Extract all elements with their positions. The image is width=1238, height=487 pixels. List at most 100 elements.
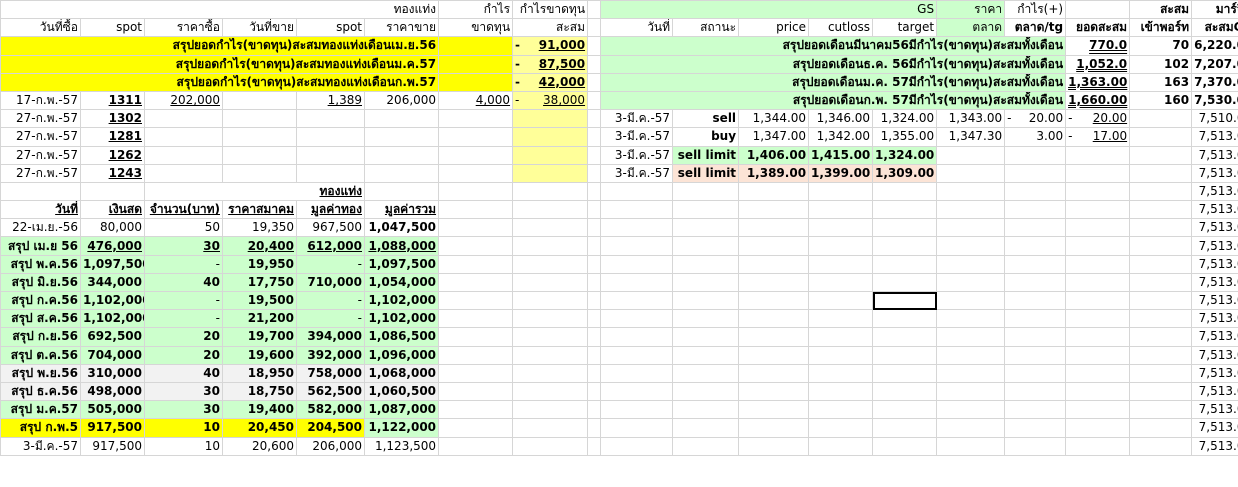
empty-cell[interactable] (672, 309, 740, 329)
empty-cell[interactable] (808, 327, 874, 347)
empty-cell[interactable] (672, 200, 740, 220)
gold-cash[interactable]: 80,000 (80, 218, 145, 238)
empty-cell[interactable] (1065, 418, 1131, 438)
empty-cell[interactable] (600, 290, 674, 311)
empty-cell[interactable] (936, 200, 1006, 220)
spacer-cell[interactable] (587, 181, 602, 202)
empty-cell[interactable] (438, 327, 514, 347)
empty-cell[interactable] (872, 363, 938, 383)
empty-cell[interactable] (1129, 272, 1193, 293)
col-accum[interactable]: สะสม (512, 18, 589, 38)
gold-cash[interactable]: 344,000 (80, 272, 145, 293)
margin-cell[interactable]: 7,513.00 (1191, 381, 1238, 402)
empty-cell[interactable] (144, 145, 223, 165)
spacer-cell[interactable] (587, 290, 602, 311)
empty-cell[interactable] (144, 163, 223, 183)
empty-cell[interactable] (438, 254, 514, 274)
order-date[interactable]: 3-มี.ค.-57 (600, 163, 674, 183)
empty-cell[interactable] (600, 327, 674, 347)
empty-cell[interactable] (1065, 436, 1131, 456)
empty-cell[interactable] (1065, 363, 1131, 383)
gold-cash[interactable]: 1,097,500 (80, 254, 145, 274)
gs-summary-label[interactable]: สรุปยอดเดือนก.พ. 57มีกำไร(ขาดทุน)สะสมทั้… (600, 90, 1067, 111)
gold-qty[interactable]: 20 (144, 327, 223, 347)
empty-cell[interactable] (808, 272, 874, 293)
gold-value[interactable]: 710,000 (296, 272, 365, 293)
empty-cell[interactable] (1129, 327, 1193, 347)
empty-cell[interactable] (1004, 181, 1067, 202)
empty-cell[interactable] (738, 290, 810, 311)
empty-cell[interactable] (512, 400, 589, 420)
margin-cell[interactable]: 7,513.00 (1191, 218, 1238, 238)
empty-cell[interactable] (512, 200, 589, 220)
gold-value[interactable]: 758,000 (296, 363, 365, 383)
empty-cell[interactable] (512, 254, 589, 274)
empty-cell[interactable] (1004, 218, 1067, 238)
gold-total[interactable]: 1,122,000 (363, 418, 440, 438)
gold-value[interactable]: 204,500 (296, 418, 365, 438)
empty-cell[interactable] (438, 418, 514, 438)
gold-total[interactable]: 1,096,000 (363, 345, 440, 365)
col-total-accum[interactable]: ยอดสะสม (1065, 18, 1131, 38)
spacer-cell[interactable] (587, 309, 602, 329)
gold-assoc[interactable]: 20,600 (222, 436, 297, 456)
empty-cell[interactable] (363, 109, 440, 129)
empty-cell[interactable] (1004, 254, 1067, 274)
empty-cell[interactable] (600, 345, 674, 365)
order-market-tg[interactable] (1004, 145, 1067, 165)
empty-cell[interactable] (1065, 0, 1131, 20)
gold-qty[interactable]: 30 (144, 236, 223, 256)
empty-cell[interactable] (738, 272, 810, 293)
empty-cell[interactable] (438, 290, 514, 311)
gold-cash[interactable]: 476,000 (80, 236, 145, 256)
col-loss[interactable]: ขาดทุน (438, 18, 514, 38)
empty-cell[interactable] (1129, 363, 1193, 383)
gold-cash[interactable]: 1,102,000 (80, 309, 145, 329)
empty-cell[interactable] (872, 272, 938, 293)
gold-qty[interactable]: - (144, 290, 223, 311)
spacer-cell[interactable] (587, 381, 602, 402)
pending-accum[interactable] (512, 145, 589, 165)
empty-cell[interactable] (144, 109, 223, 129)
gold-label[interactable]: สรุป ก.ย.56 (0, 327, 81, 347)
order-target[interactable]: 1,324.00 (872, 145, 938, 165)
empty-cell[interactable] (1129, 127, 1193, 147)
order-status[interactable]: sell (672, 109, 740, 129)
header-profit-loss[interactable]: กำไรขาดทุน (512, 0, 589, 20)
gold-label[interactable]: สรุป พ.ค.56 (0, 254, 81, 274)
trade-profit[interactable]: 4,000 (438, 90, 514, 111)
empty-cell[interactable] (1004, 236, 1067, 256)
empty-cell[interactable] (1004, 400, 1067, 420)
empty-cell[interactable] (1065, 290, 1131, 311)
summary-empty[interactable] (438, 36, 514, 56)
col-sell-price[interactable]: ราคาขาย (363, 18, 440, 38)
spacer-cell[interactable] (587, 0, 602, 20)
col-market-tg[interactable]: ตลาด/tg (1004, 18, 1067, 38)
gold-value[interactable]: 612,000 (296, 236, 365, 256)
order-price[interactable]: 1,406.00 (738, 145, 810, 165)
empty-cell[interactable] (222, 163, 297, 183)
col-buy-price[interactable]: ราคาซื้อ (144, 18, 223, 38)
gold-label[interactable]: สรุป เม.ย 56 (0, 236, 81, 256)
empty-cell[interactable] (1004, 327, 1067, 347)
col-status[interactable]: สถานะ (672, 18, 740, 38)
pending-date[interactable]: 27-ก.พ.-57 (0, 127, 81, 147)
empty-cell[interactable] (872, 418, 938, 438)
empty-cell[interactable] (936, 400, 1006, 420)
gs-summary-accum[interactable]: 7,530.00 (1191, 90, 1238, 111)
header-price[interactable]: ราคา (936, 0, 1006, 20)
col-buy-date[interactable]: วันที่ซื้อ (0, 18, 81, 38)
order-accum[interactable]: 7,513.00 (1191, 145, 1238, 165)
summary-value[interactable]: - 91,000 (512, 36, 589, 56)
pending-spot[interactable]: 1262 (80, 145, 145, 165)
empty-cell[interactable] (936, 218, 1006, 238)
spacer-cell[interactable] (587, 400, 602, 420)
gold-qty[interactable]: 40 (144, 272, 223, 293)
gs-summary-total[interactable]: 770.0 (1065, 36, 1131, 56)
empty-cell[interactable] (1065, 200, 1131, 220)
empty-cell[interactable] (1129, 218, 1193, 238)
gold-assoc[interactable]: 19,700 (222, 327, 297, 347)
gold-cash[interactable]: 1,102,000 (80, 290, 145, 311)
order-accum[interactable]: 7,513.00 (1191, 127, 1238, 147)
empty-cell[interactable] (1129, 109, 1193, 129)
